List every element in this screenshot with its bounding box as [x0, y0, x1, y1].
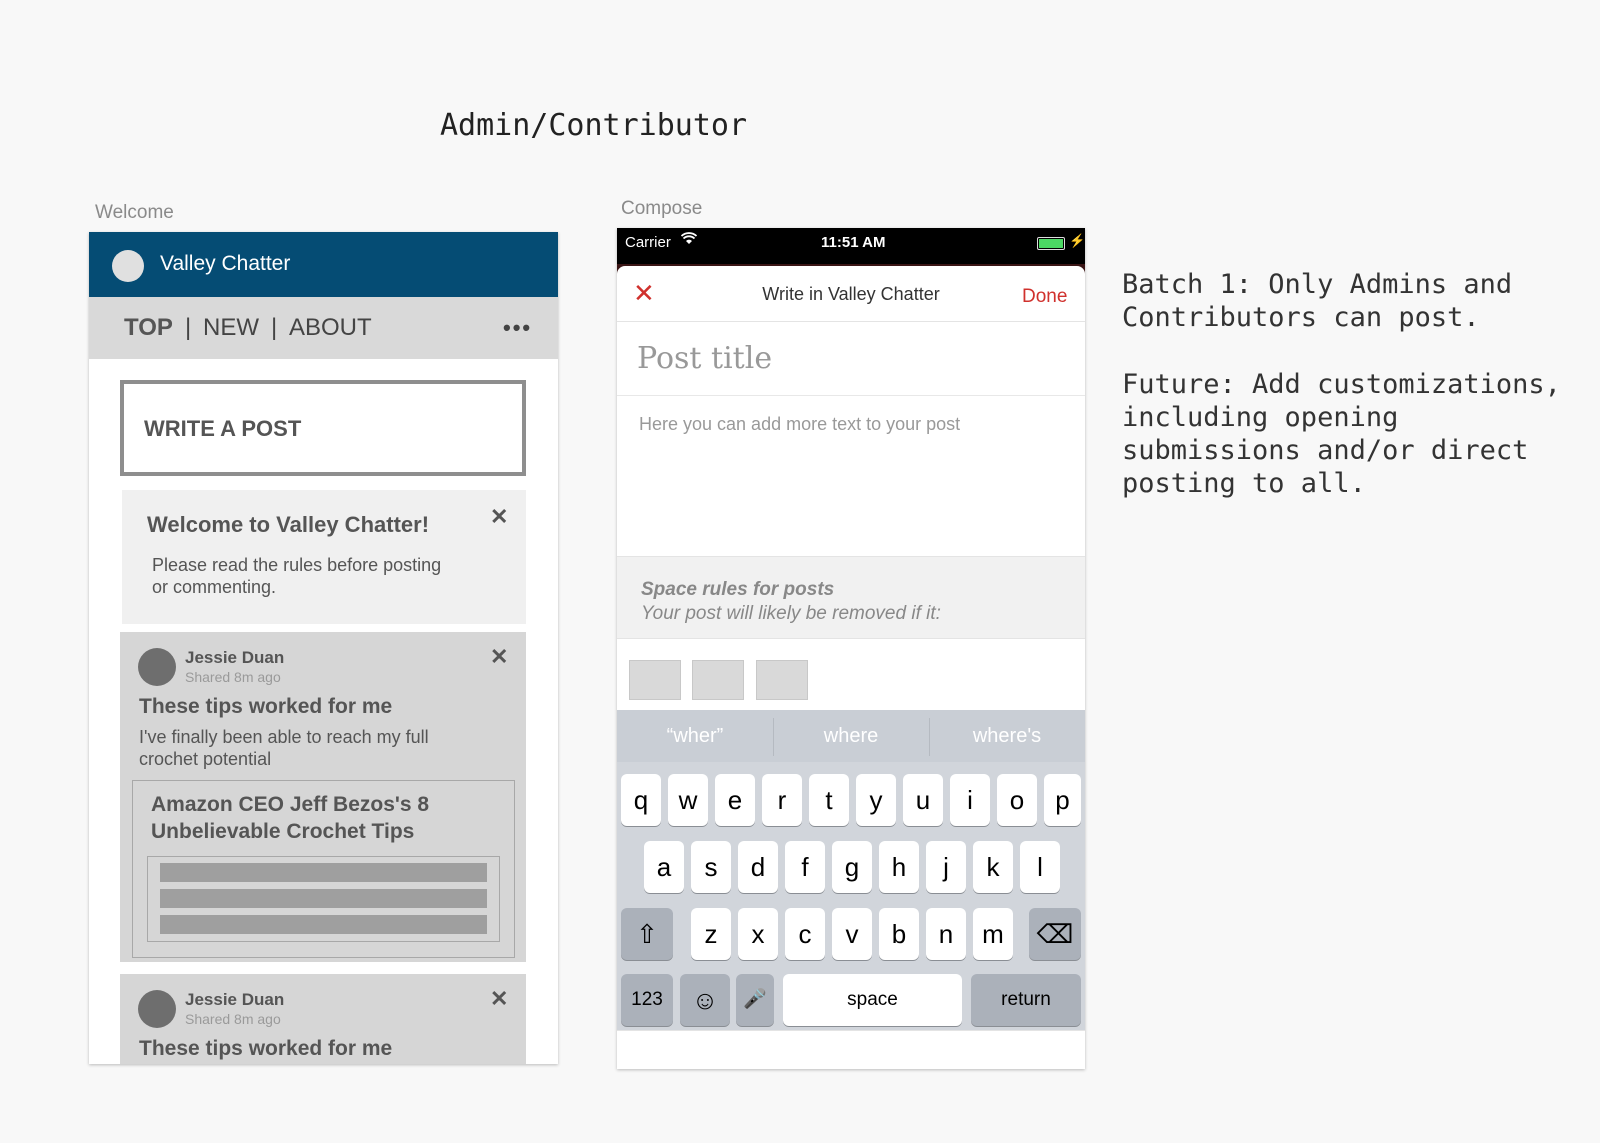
author-avatar: [138, 648, 176, 686]
welcome-card: Welcome to Valley Chatter! Please read t…: [122, 490, 526, 624]
wifi-icon: [680, 232, 698, 249]
author-avatar: [138, 990, 176, 1028]
key-v[interactable]: v: [832, 908, 872, 960]
post-card[interactable]: Jessie Duan Shared 8m ago ✕ These tips w…: [120, 974, 526, 1064]
key-b[interactable]: b: [879, 908, 919, 960]
post-body-input[interactable]: [617, 396, 1085, 556]
nav-tabs: TOP | NEW | ABOUT •••: [89, 297, 558, 359]
placeholder-bar: [160, 889, 487, 908]
nav-separator: |: [271, 314, 278, 341]
return-key[interactable]: return: [971, 974, 1081, 1026]
post-timestamp: Shared 8m ago: [185, 669, 281, 685]
suggestion-item[interactable]: where's: [929, 710, 1085, 762]
post-card[interactable]: Jessie Duan Shared 8m ago ✕ These tips w…: [120, 632, 526, 962]
numbers-key[interactable]: 123: [621, 974, 673, 1026]
link-image-placeholder: [147, 856, 500, 942]
key-r[interactable]: r: [762, 774, 802, 826]
author-name: Jessie Duan: [185, 990, 285, 1009]
key-o[interactable]: o: [997, 774, 1037, 826]
key-m[interactable]: m: [973, 908, 1013, 960]
microphone-icon[interactable]: 🎤: [736, 974, 774, 1026]
rules-body: Your post will likely be removed if it:: [641, 603, 941, 624]
status-bar: Carrier 11:51 AM ⚡: [617, 228, 1085, 264]
key-e[interactable]: e: [715, 774, 755, 826]
key-h[interactable]: h: [879, 841, 919, 893]
keyboard: “wher” where where's q w e r t y u i o p…: [617, 710, 1085, 1030]
done-button[interactable]: Done: [1022, 286, 1067, 308]
link-preview[interactable]: Amazon CEO Jeff Bezos's 8 Unbelievable C…: [132, 780, 515, 958]
key-q[interactable]: q: [621, 774, 661, 826]
key-l[interactable]: l: [1020, 841, 1060, 893]
post-title: These tips worked for me: [139, 1037, 393, 1060]
post-title: These tips worked for me: [139, 695, 393, 718]
key-f[interactable]: f: [785, 841, 825, 893]
placeholder-bar: [160, 915, 487, 934]
key-g[interactable]: g: [832, 841, 872, 893]
key-y[interactable]: y: [856, 774, 896, 826]
placeholder-bar: [160, 863, 487, 882]
battery-icon: [1037, 237, 1065, 250]
more-icon[interactable]: •••: [503, 315, 532, 341]
key-n[interactable]: n: [926, 908, 966, 960]
compose-frame-label: Compose: [621, 198, 703, 219]
nav-separator: |: [185, 314, 192, 341]
app-header: Valley Chatter: [89, 232, 558, 297]
space-key[interactable]: space: [783, 974, 962, 1026]
key-k[interactable]: k: [973, 841, 1013, 893]
close-icon[interactable]: ✕: [490, 644, 508, 670]
post-timestamp: Shared 8m ago: [185, 1011, 281, 1027]
suggestion-item[interactable]: where: [773, 710, 929, 762]
key-j[interactable]: j: [926, 841, 966, 893]
link-title: Amazon CEO Jeff Bezos's 8 Unbelievable C…: [151, 793, 430, 843]
close-icon[interactable]: ✕: [490, 986, 508, 1012]
future-note: Future: Add customizations, including op…: [1122, 369, 1561, 499]
author-name: Jessie Duan: [185, 648, 285, 667]
suggestion-bar: “wher” where where's: [617, 710, 1085, 762]
key-t[interactable]: t: [809, 774, 849, 826]
delete-key[interactable]: ⌫: [1029, 908, 1081, 960]
key-s[interactable]: s: [691, 841, 731, 893]
key-a[interactable]: a: [644, 841, 684, 893]
welcome-frame-label: Welcome: [95, 202, 174, 223]
shift-key[interactable]: ⇧: [621, 908, 673, 960]
compose-screen: Carrier 11:51 AM ⚡ ✕ Write in Valley Cha…: [617, 228, 1085, 1069]
key-d[interactable]: d: [738, 841, 778, 893]
key-w[interactable]: w: [668, 774, 708, 826]
key-u[interactable]: u: [903, 774, 943, 826]
rules-title: Space rules for posts: [641, 579, 835, 600]
key-x[interactable]: x: [738, 908, 778, 960]
attachment-placeholder[interactable]: [629, 660, 681, 700]
emoji-icon[interactable]: ☺: [680, 974, 730, 1026]
welcome-card-title: Welcome to Valley Chatter!: [147, 512, 430, 537]
write-post-label: WRITE A POST: [144, 416, 302, 441]
charging-icon: ⚡: [1069, 233, 1085, 248]
batch-note: Batch 1: Only Admins and Contributors ca…: [1122, 269, 1513, 333]
suggestion-item[interactable]: “wher”: [617, 710, 773, 762]
space-title: Valley Chatter: [160, 252, 291, 275]
compose-title: Write in Valley Chatter: [762, 284, 940, 304]
key-c[interactable]: c: [785, 908, 825, 960]
page-heading: Admin/Contributor: [440, 108, 748, 143]
post-title-input[interactable]: [617, 322, 1085, 396]
clock: 11:51 AM: [821, 234, 886, 251]
attachment-placeholder[interactable]: [692, 660, 744, 700]
tab-new[interactable]: NEW: [203, 314, 259, 342]
compose-header: ✕ Write in Valley Chatter Done: [617, 266, 1085, 322]
post-body: I've finally been able to reach my full …: [139, 727, 429, 769]
space-rules[interactable]: Space rules for posts Your post will lik…: [617, 556, 1085, 639]
tab-top[interactable]: TOP: [124, 314, 173, 342]
key-i[interactable]: i: [950, 774, 990, 826]
space-avatar[interactable]: [112, 250, 144, 282]
key-p[interactable]: p: [1044, 774, 1081, 826]
carrier-label: Carrier: [625, 234, 671, 251]
key-z[interactable]: z: [691, 908, 731, 960]
welcome-card-body: Please read the rules before posting or …: [152, 555, 442, 597]
close-icon[interactable]: ✕: [490, 504, 508, 530]
write-post-button[interactable]: WRITE A POST: [120, 380, 526, 476]
tab-about[interactable]: ABOUT: [289, 314, 372, 342]
attachment-placeholder[interactable]: [756, 660, 808, 700]
welcome-screen: Valley Chatter TOP | NEW | ABOUT ••• WRI…: [89, 232, 558, 1064]
bottom-bar: [617, 1030, 1085, 1069]
